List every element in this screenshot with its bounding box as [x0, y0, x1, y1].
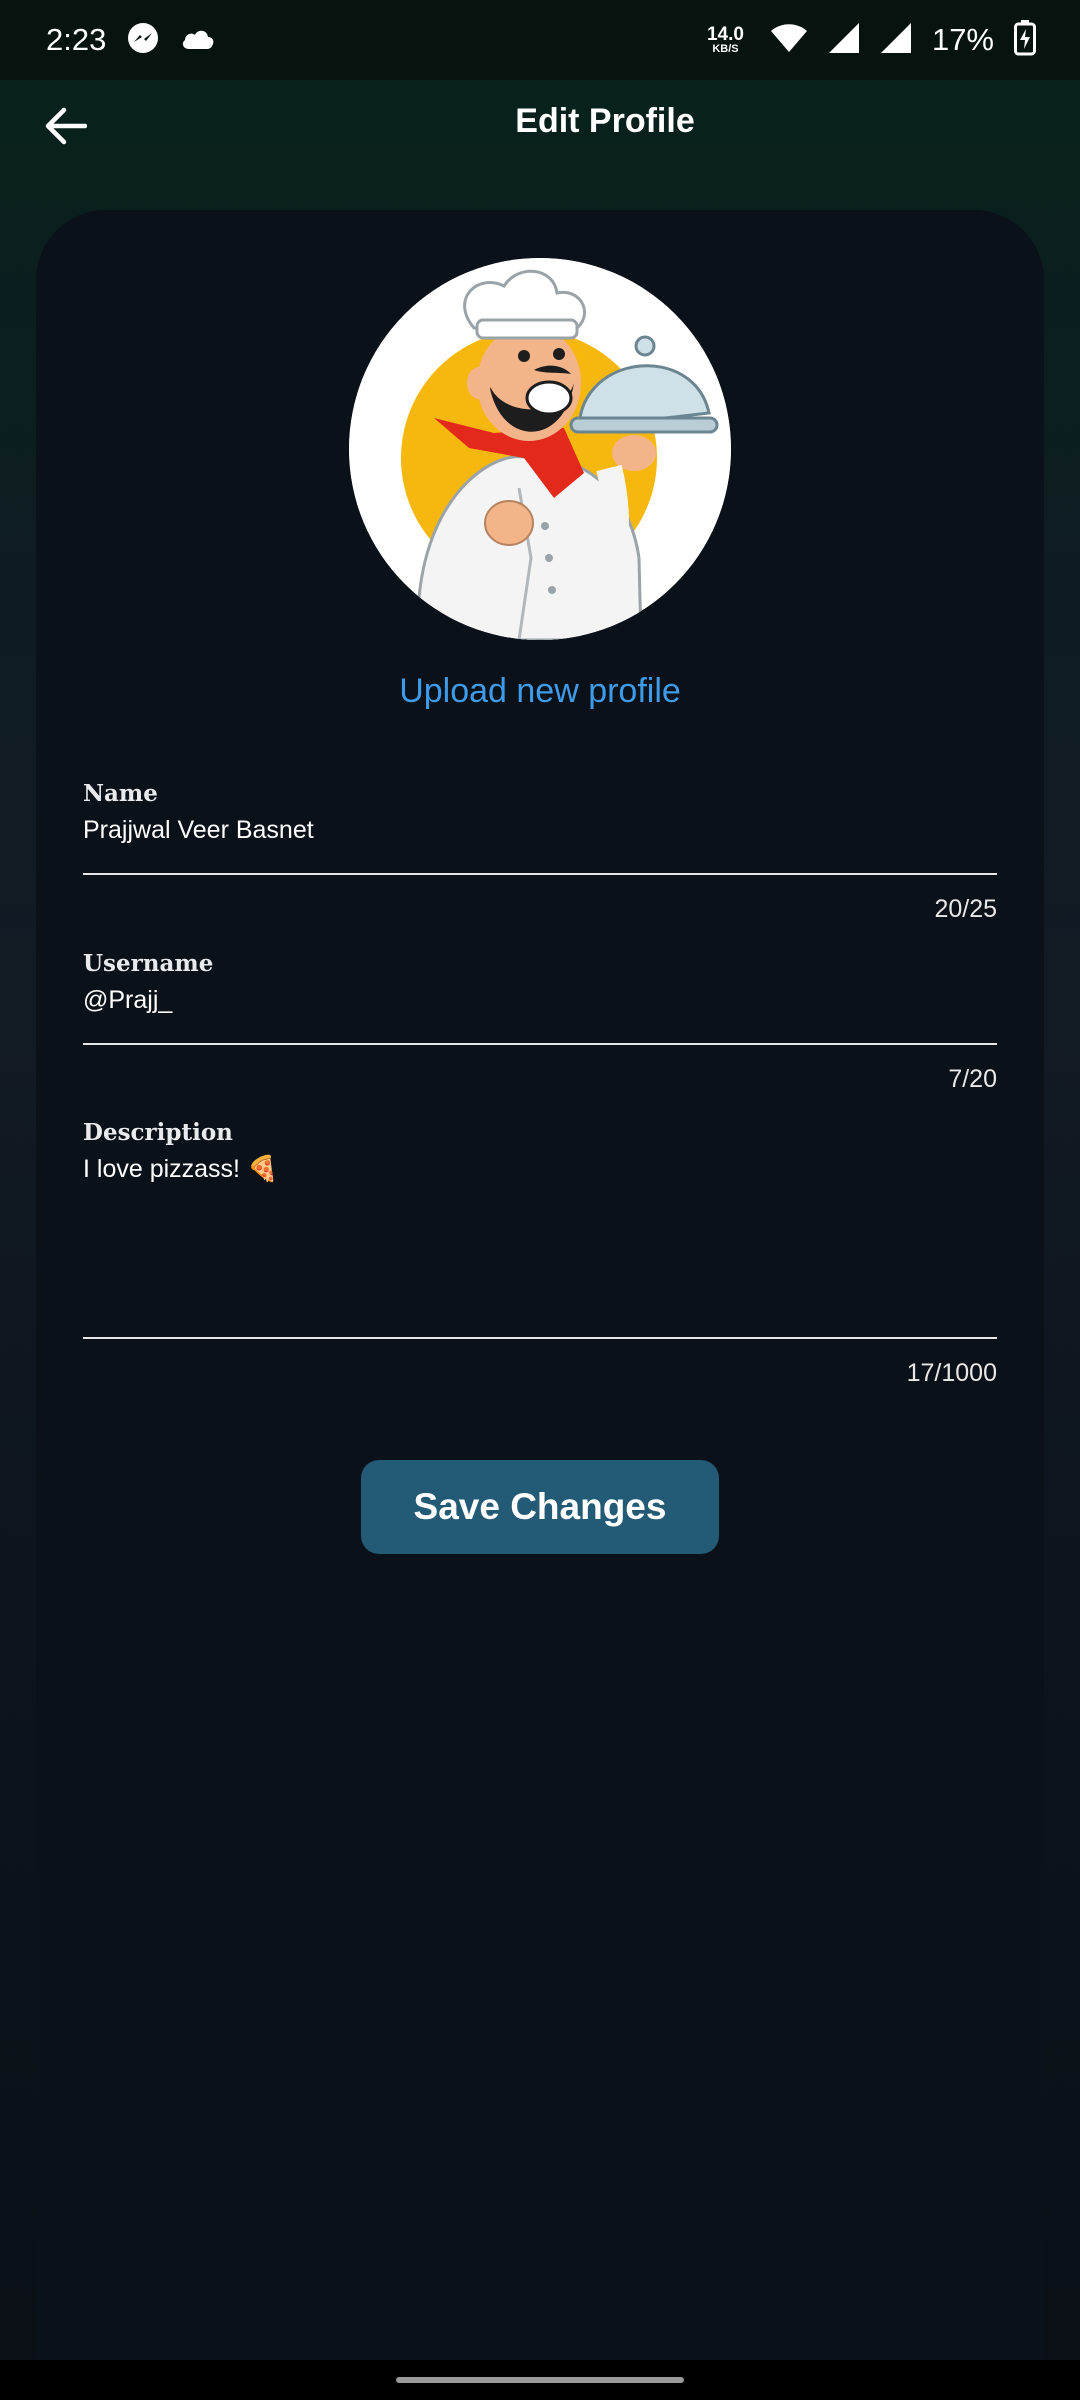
status-right: 14.0 KB/S 17% [707, 19, 1036, 61]
username-field[interactable]: @Prajj_ [83, 986, 997, 1015]
name-underline [83, 873, 997, 875]
status-bar: 2:23 14.0 KB/S 17% [0, 0, 1080, 80]
net-speed-value: 14.0 [706, 24, 744, 45]
status-time: 2:23 [46, 22, 107, 57]
name-field[interactable]: Prajjwal Veer Basnet [83, 816, 997, 845]
messenger-icon [126, 21, 160, 60]
description-label: Description [83, 1119, 233, 1146]
status-left: 2:23 [46, 21, 216, 60]
battery-charging-icon [1014, 19, 1036, 61]
name-counter: 20/25 [934, 895, 997, 923]
description-underline [83, 1337, 997, 1339]
profile-avatar[interactable] [349, 258, 731, 640]
net-speed: 14.0 KB/S [707, 25, 744, 55]
username-underline [83, 1043, 997, 1045]
cloud-icon [180, 25, 216, 56]
chef-avatar-illustration [349, 258, 731, 640]
page-title: Edit Profile [515, 102, 695, 140]
signal-icon [880, 22, 912, 59]
username-label: Username [83, 950, 214, 977]
signal-icon [828, 22, 860, 59]
description-field[interactable]: I love pizzass! 🍕 [83, 1155, 997, 1325]
battery-percent: 17% [931, 22, 994, 57]
wifi-icon [770, 22, 808, 59]
description-counter: 17/1000 [906, 1359, 997, 1387]
name-label: Name [83, 780, 158, 807]
home-indicator[interactable] [396, 2377, 684, 2383]
app-bar: Edit Profile [0, 80, 1080, 170]
username-counter: 7/20 [948, 1065, 997, 1093]
save-changes-button[interactable]: Save Changes [361, 1460, 719, 1554]
upload-profile-link[interactable]: Upload new profile [0, 672, 1080, 711]
net-speed-unit: KB/S [712, 43, 739, 55]
